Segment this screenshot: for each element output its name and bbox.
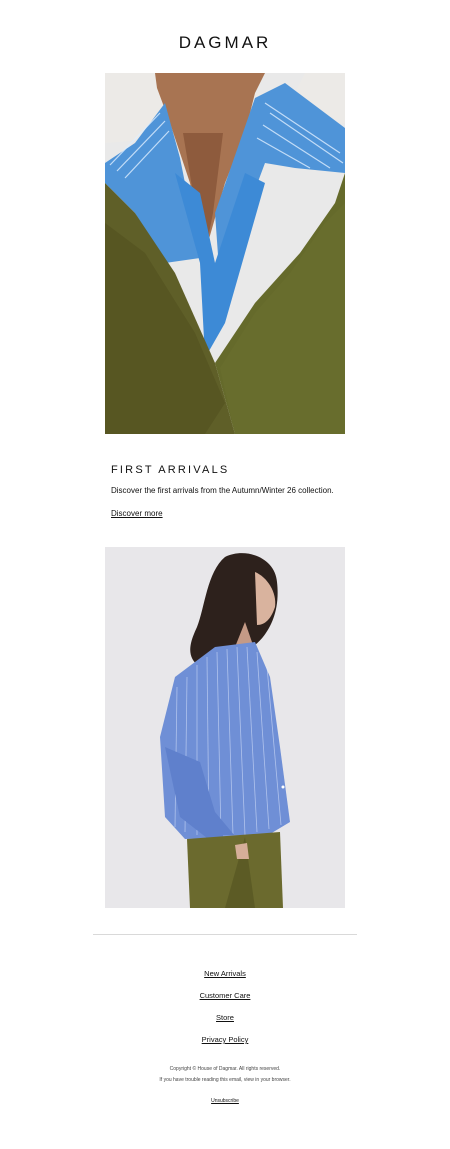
footer-link-store[interactable]: Store: [0, 1013, 450, 1022]
footer-divider: [93, 934, 357, 935]
footer-link-new-arrivals[interactable]: New Arrivals: [0, 969, 450, 978]
section-heading: FIRST ARRIVALS: [111, 464, 230, 476]
unsubscribe-link-wrap[interactable]: Unsubscribe: [0, 1098, 450, 1104]
copyright-text: Copyright © House of Dagmar. All rights …: [169, 1066, 281, 1072]
footer-link-privacy-policy-text[interactable]: Privacy Policy: [202, 1035, 249, 1044]
footer-link-new-arrivals-text[interactable]: New Arrivals: [204, 969, 246, 978]
unsubscribe-link[interactable]: Unsubscribe: [211, 1098, 239, 1104]
discover-more-link[interactable]: Discover more: [111, 509, 163, 518]
section-description: Discover the first arrivals from the Aut…: [111, 486, 334, 495]
footer-link-customer-care[interactable]: Customer Care: [0, 991, 450, 1000]
product-image[interactable]: [105, 547, 345, 908]
view-in-browser-text[interactable]: If you have trouble reading this email, …: [0, 1077, 450, 1083]
footer-link-privacy-policy[interactable]: Privacy Policy: [0, 1035, 450, 1044]
hero-image[interactable]: [105, 73, 345, 434]
footer-link-store-text[interactable]: Store: [216, 1013, 234, 1022]
brand-logo[interactable]: DAGMAR: [0, 33, 450, 53]
footer-link-customer-care-text[interactable]: Customer Care: [200, 991, 251, 1000]
